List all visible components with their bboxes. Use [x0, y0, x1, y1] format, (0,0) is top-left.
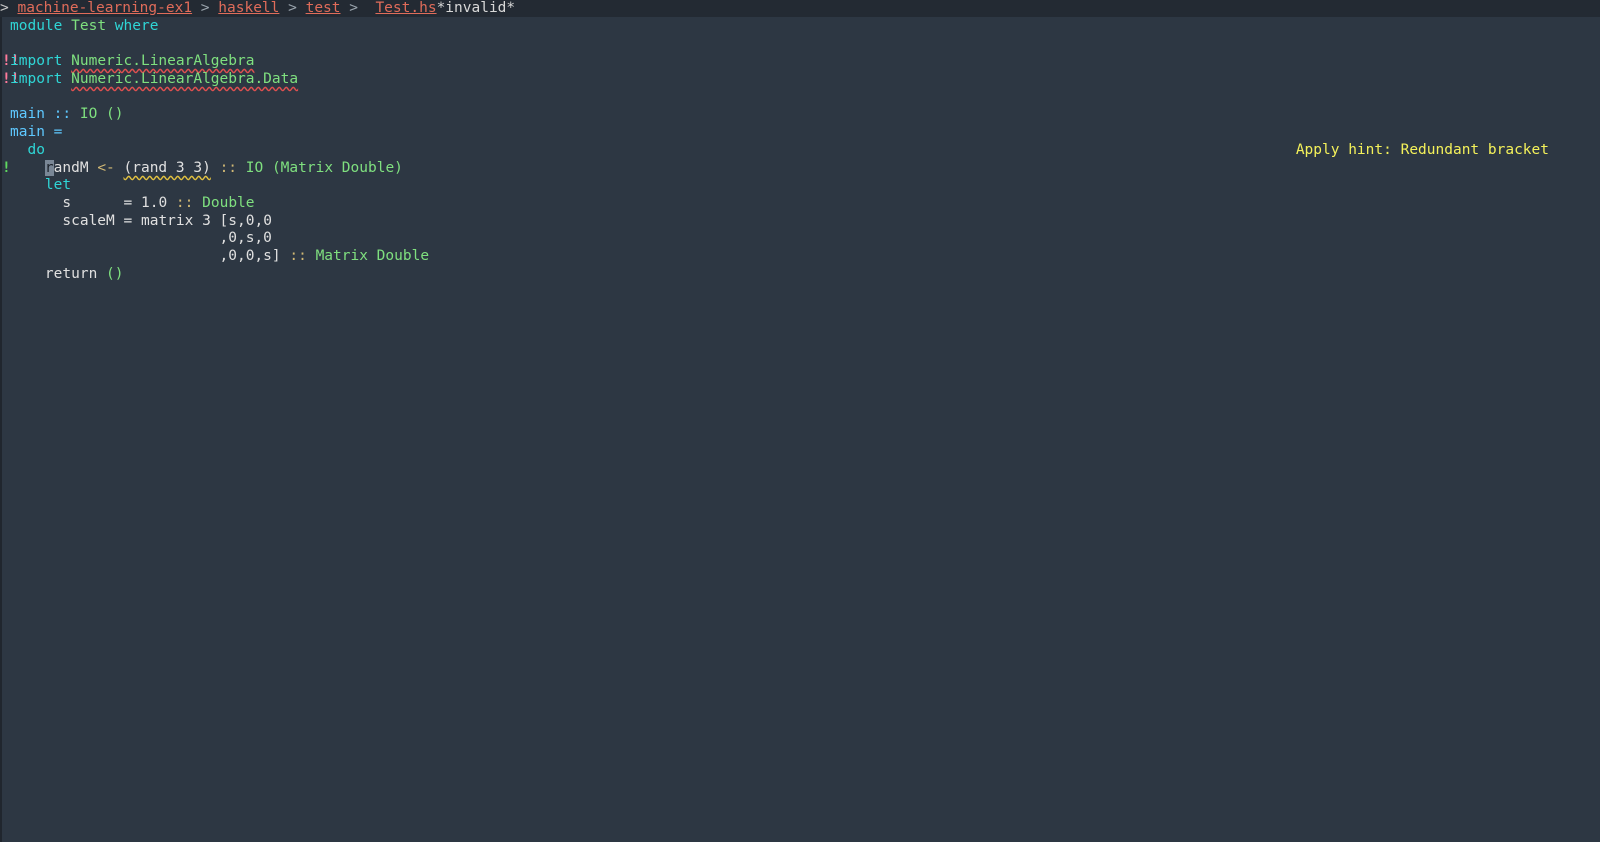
- editor-left-border: [0, 17, 2, 842]
- variable-name: scaleM: [62, 213, 115, 229]
- operator: =: [123, 195, 133, 211]
- keyword: let: [44, 177, 72, 193]
- operator: <-: [97, 160, 115, 176]
- code-line-4[interactable]: import Numeric.LinearAlgebra.Data: [10, 70, 298, 88]
- breadcrumb-item-haskell[interactable]: haskell: [218, 0, 279, 16]
- import-module: Numeric.LinearAlgebra: [71, 53, 255, 69]
- code-line-7[interactable]: main =: [10, 123, 62, 141]
- expression: ,0,0,s]: [219, 248, 281, 264]
- variable-name: andM: [53, 160, 89, 176]
- code-line-6[interactable]: main :: IO (): [10, 105, 124, 123]
- module-name: Test: [71, 18, 107, 34]
- operator: ::: [219, 160, 238, 176]
- operator: ::: [289, 248, 307, 264]
- breadcrumb-prefix: >: [0, 0, 18, 16]
- code-editor[interactable]: > machine-learning-ex1 > haskell > test …: [0, 0, 1600, 842]
- unit-value: (): [106, 266, 124, 282]
- variable-name: s: [62, 195, 72, 211]
- breadcrumb-separator: >: [192, 0, 219, 16]
- keyword: do: [27, 142, 45, 158]
- type: Matrix Double: [315, 248, 430, 264]
- code-line-14[interactable]: ,0,0,s] :: Matrix Double: [10, 247, 430, 265]
- keyword: module: [10, 18, 63, 34]
- expression: matrix 3 [s,0,0: [140, 213, 272, 229]
- expression: ,0,s,0: [219, 230, 272, 246]
- operator: ::: [53, 106, 72, 122]
- keyword: return: [44, 266, 98, 282]
- code-line-1[interactable]: module Test where: [10, 17, 158, 35]
- type: IO (Matrix Double): [245, 160, 403, 176]
- code-line-10[interactable]: let: [10, 176, 71, 194]
- text-cursor: r: [44, 160, 54, 176]
- hint-message[interactable]: Apply hint: Redundant bracket: [1296, 141, 1549, 159]
- type: Double: [202, 195, 255, 211]
- breadcrumb-separator: >: [279, 0, 306, 16]
- breadcrumb-file[interactable]: Test.hs: [375, 0, 436, 16]
- operator: =: [123, 213, 133, 229]
- breadcrumb: > machine-learning-ex1 > haskell > test …: [0, 0, 1600, 17]
- code-line-3[interactable]: import Numeric.LinearAlgebra: [10, 52, 254, 70]
- operator: =: [53, 124, 63, 140]
- operator: ::: [175, 195, 194, 211]
- type: IO (): [79, 106, 124, 122]
- keyword: where: [114, 18, 159, 34]
- code-line-11[interactable]: s = 1.0 :: Double: [10, 194, 255, 212]
- code-line-9[interactable]: randM <- (rand 3 3) :: IO (Matrix Double…: [10, 159, 403, 177]
- number: 1.0: [140, 195, 168, 211]
- function-name: main: [10, 124, 45, 140]
- code-line-13[interactable]: ,0,s,0: [10, 229, 272, 247]
- file-status: *invalid*: [436, 0, 516, 16]
- breadcrumb-item-project[interactable]: machine-learning-ex1: [17, 0, 192, 16]
- function-name: main: [10, 106, 45, 122]
- hint-expression[interactable]: (rand 3 3): [124, 160, 211, 176]
- code-line-12[interactable]: scaleM = matrix 3 [s,0,0: [10, 212, 272, 230]
- code-line-8[interactable]: do: [10, 141, 45, 159]
- code-line-15[interactable]: return (): [10, 265, 124, 283]
- import-module: Numeric.LinearAlgebra.Data: [71, 71, 299, 87]
- keyword: import: [10, 71, 63, 87]
- breadcrumb-item-test[interactable]: test: [306, 0, 341, 16]
- breadcrumb-separator: >: [340, 0, 367, 16]
- keyword: import: [10, 53, 63, 69]
